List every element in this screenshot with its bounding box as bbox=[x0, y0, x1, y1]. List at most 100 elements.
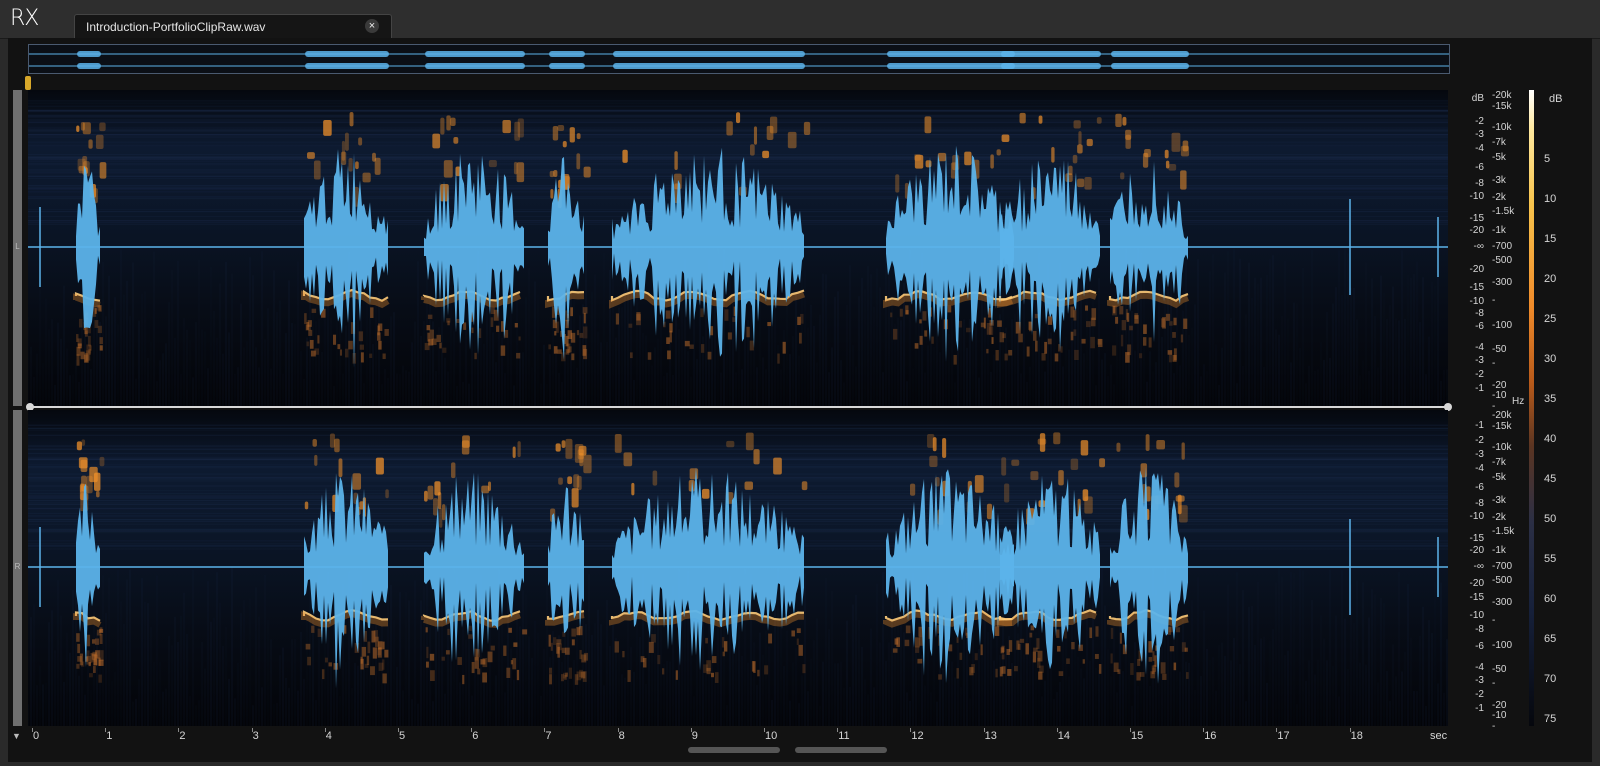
formant-highlight bbox=[81, 439, 86, 446]
harmonic-speckle bbox=[360, 352, 364, 363]
harmonic-speckle bbox=[570, 307, 573, 317]
harmonic-speckle bbox=[1073, 329, 1077, 336]
harmonic-speckle bbox=[966, 327, 971, 333]
harmonic-speckle bbox=[582, 345, 587, 356]
channel-right-label: R bbox=[14, 562, 21, 571]
formant-highlight bbox=[652, 470, 658, 486]
time-ruler[interactable]: 0 1 2 3 4 5 6 7 8 9 10 11 12 13 14 15 16 17 18 sec bbox=[28, 728, 1448, 748]
colorbar-tick: 5 bbox=[1544, 153, 1551, 165]
harmonic-speckle bbox=[496, 325, 500, 332]
spectrogram-left[interactable] bbox=[28, 90, 1448, 406]
colorbar-tick: 45 bbox=[1544, 473, 1557, 485]
waveform-overview[interactable] bbox=[28, 44, 1450, 74]
formant-highlight bbox=[735, 112, 741, 124]
hz-axis-tick: -20k bbox=[1492, 410, 1512, 421]
harmonic-speckle bbox=[1160, 662, 1166, 674]
harmonic-speckle bbox=[727, 332, 732, 340]
harmonic-speckle bbox=[714, 672, 719, 683]
harmonic-speckle bbox=[445, 650, 450, 655]
harmonic-speckle bbox=[1121, 320, 1127, 331]
harmonic-speckle bbox=[746, 326, 750, 338]
time-tick-label: 0 bbox=[33, 730, 40, 742]
toolbar-peek-right bbox=[795, 747, 887, 753]
formant-highlight bbox=[614, 434, 622, 453]
formant-highlight bbox=[432, 133, 441, 149]
formant-highlight bbox=[1120, 172, 1125, 180]
formant-highlight bbox=[344, 132, 349, 151]
formant-highlight bbox=[1039, 433, 1046, 452]
formant-highlight bbox=[553, 170, 558, 177]
scroll-down-icon[interactable]: ▼ bbox=[12, 731, 21, 741]
formant-highlight bbox=[1096, 117, 1102, 124]
harmonic-speckle bbox=[1066, 658, 1070, 664]
formant-highlight bbox=[307, 152, 315, 159]
formant-highlight bbox=[329, 433, 335, 448]
harmonic-speckle bbox=[657, 654, 661, 665]
time-tick-label: 16 bbox=[1204, 730, 1217, 742]
harmonic-speckle bbox=[84, 326, 88, 335]
harmonic-speckle bbox=[332, 334, 337, 345]
formant-highlight bbox=[1174, 472, 1180, 488]
harmonic-speckle bbox=[508, 627, 512, 633]
harmonic-speckle bbox=[96, 629, 102, 636]
harmonic-speckle bbox=[997, 320, 1002, 327]
formant-highlight bbox=[753, 449, 760, 465]
formant-highlight bbox=[442, 504, 446, 521]
hz-axis-tick: -1k bbox=[1492, 225, 1506, 236]
harmonic-speckle bbox=[384, 649, 389, 658]
close-icon[interactable]: × bbox=[365, 19, 379, 33]
harmonic-speckle bbox=[328, 662, 332, 667]
db-axis-tick: -10 bbox=[1469, 511, 1484, 522]
spectrogram-right[interactable] bbox=[28, 410, 1448, 726]
overview-burst bbox=[1001, 51, 1101, 57]
overview-burst bbox=[425, 63, 525, 69]
harmonic-speckle bbox=[88, 335, 91, 347]
harmonic-speckle bbox=[382, 353, 386, 360]
db-axis-tick: -8 bbox=[1475, 308, 1484, 319]
harmonic-speckle bbox=[1074, 349, 1079, 361]
formant-highlight bbox=[358, 137, 363, 146]
harmonic-speckle bbox=[89, 345, 92, 351]
formant-highlight bbox=[726, 121, 733, 136]
formant-highlight bbox=[513, 161, 518, 175]
formant-highlight bbox=[1116, 442, 1121, 452]
formant-highlight bbox=[1078, 131, 1082, 146]
playhead-marker[interactable] bbox=[25, 76, 31, 90]
colorbar-header: dB bbox=[1549, 93, 1563, 105]
formant-highlight bbox=[1171, 132, 1181, 152]
file-tab[interactable]: Introduction-PortfolioClipRaw.wav × bbox=[74, 14, 392, 39]
formant-highlight bbox=[451, 462, 456, 479]
harmonic-speckle bbox=[1081, 338, 1086, 344]
harmonic-speckle bbox=[663, 321, 666, 328]
time-tick-label: 10 bbox=[765, 730, 778, 742]
harmonic-speckle bbox=[757, 669, 760, 677]
harmonic-speckle bbox=[503, 645, 507, 656]
harmonic-speckle bbox=[580, 671, 586, 679]
hz-axis-tick: - bbox=[1492, 295, 1496, 306]
harmonic-speckle bbox=[1029, 632, 1033, 638]
formant-highlight bbox=[565, 438, 573, 459]
harmonic-speckle bbox=[799, 332, 802, 344]
harmonic-speckle bbox=[1112, 345, 1117, 356]
formant-highlight bbox=[512, 446, 516, 458]
harmonic-speckle bbox=[361, 646, 367, 657]
db-axis-tick: -15 bbox=[1469, 592, 1484, 603]
harmonic-speckle bbox=[1001, 654, 1005, 660]
harmonic-speckle bbox=[305, 324, 311, 331]
harmonic-speckle bbox=[553, 637, 557, 645]
hz-axis-tick: -1.5k bbox=[1492, 526, 1515, 537]
formant-highlight bbox=[558, 477, 563, 485]
formant-highlight bbox=[312, 439, 317, 447]
time-tick-label: 18 bbox=[1350, 730, 1363, 742]
formant-highlight bbox=[1058, 470, 1064, 486]
formant-highlight bbox=[76, 441, 82, 451]
hz-axis-tick: - bbox=[1492, 678, 1496, 689]
harmonic-speckle bbox=[1097, 338, 1102, 345]
harmonic-speckle bbox=[516, 669, 520, 681]
harmonic-speckle bbox=[700, 344, 705, 353]
overview-burst bbox=[1001, 63, 1101, 69]
harmonic-speckle bbox=[1119, 306, 1124, 315]
formant-highlight bbox=[1082, 489, 1089, 502]
colorbar-tick: 65 bbox=[1544, 633, 1557, 645]
overview-waveform bbox=[29, 51, 1449, 69]
